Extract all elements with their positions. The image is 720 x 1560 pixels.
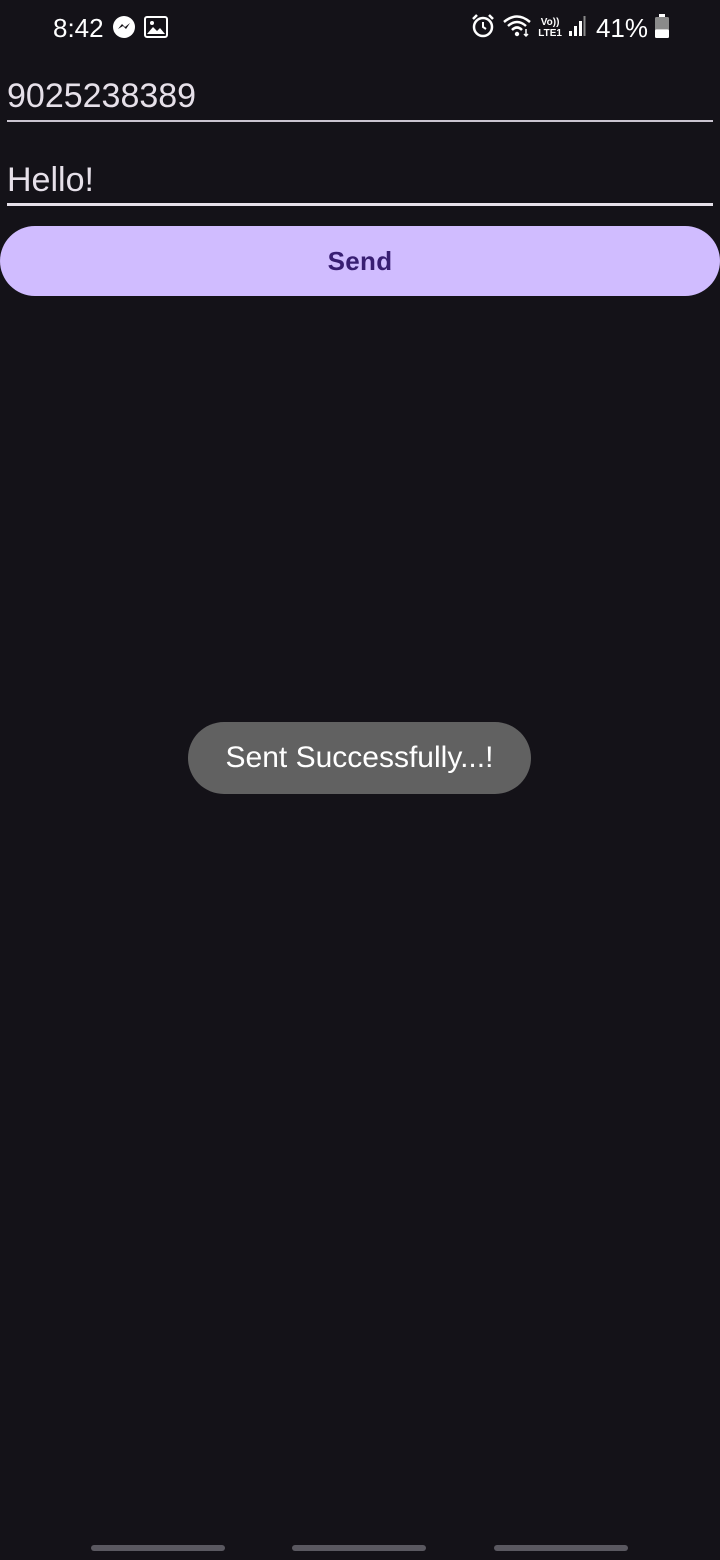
nav-back-button[interactable] bbox=[494, 1545, 628, 1551]
message-value: Hello! bbox=[7, 161, 94, 199]
notification-icons bbox=[112, 15, 168, 44]
image-icon bbox=[144, 16, 168, 43]
messenger-icon bbox=[112, 15, 136, 44]
navigation-bar bbox=[0, 1535, 720, 1560]
phone-number-value: 9025238389 bbox=[7, 77, 197, 115]
status-right: Vo)) LTE1 41% bbox=[470, 12, 670, 44]
volte-icon: Vo)) LTE1 bbox=[538, 17, 562, 39]
volte-bottom: LTE1 bbox=[538, 28, 562, 39]
toast-message: Sent Successfully...! bbox=[225, 741, 494, 774]
send-button[interactable]: Send bbox=[0, 226, 720, 296]
phone-number-field[interactable]: 9025238389 bbox=[7, 66, 713, 122]
send-button-label: Send bbox=[327, 245, 393, 276]
nav-home-button[interactable] bbox=[292, 1545, 426, 1551]
battery-percent: 41% bbox=[595, 13, 648, 43]
status-bar: 8:42 Vo)) LTE1 41% bbox=[0, 0, 720, 56]
alarm-icon bbox=[470, 13, 496, 44]
wifi-icon bbox=[502, 14, 532, 43]
signal-icon bbox=[568, 15, 586, 42]
app-screen: 8:42 Vo)) LTE1 41% 9025238389 Hello! Sen… bbox=[0, 0, 720, 1560]
toast: Sent Successfully...! bbox=[188, 722, 531, 794]
message-field[interactable]: Hello! bbox=[7, 150, 713, 206]
status-time: 8:42 bbox=[53, 13, 104, 43]
nav-recents-button[interactable] bbox=[91, 1545, 225, 1551]
volte-top: Vo)) bbox=[540, 17, 560, 28]
battery-icon bbox=[654, 13, 670, 44]
